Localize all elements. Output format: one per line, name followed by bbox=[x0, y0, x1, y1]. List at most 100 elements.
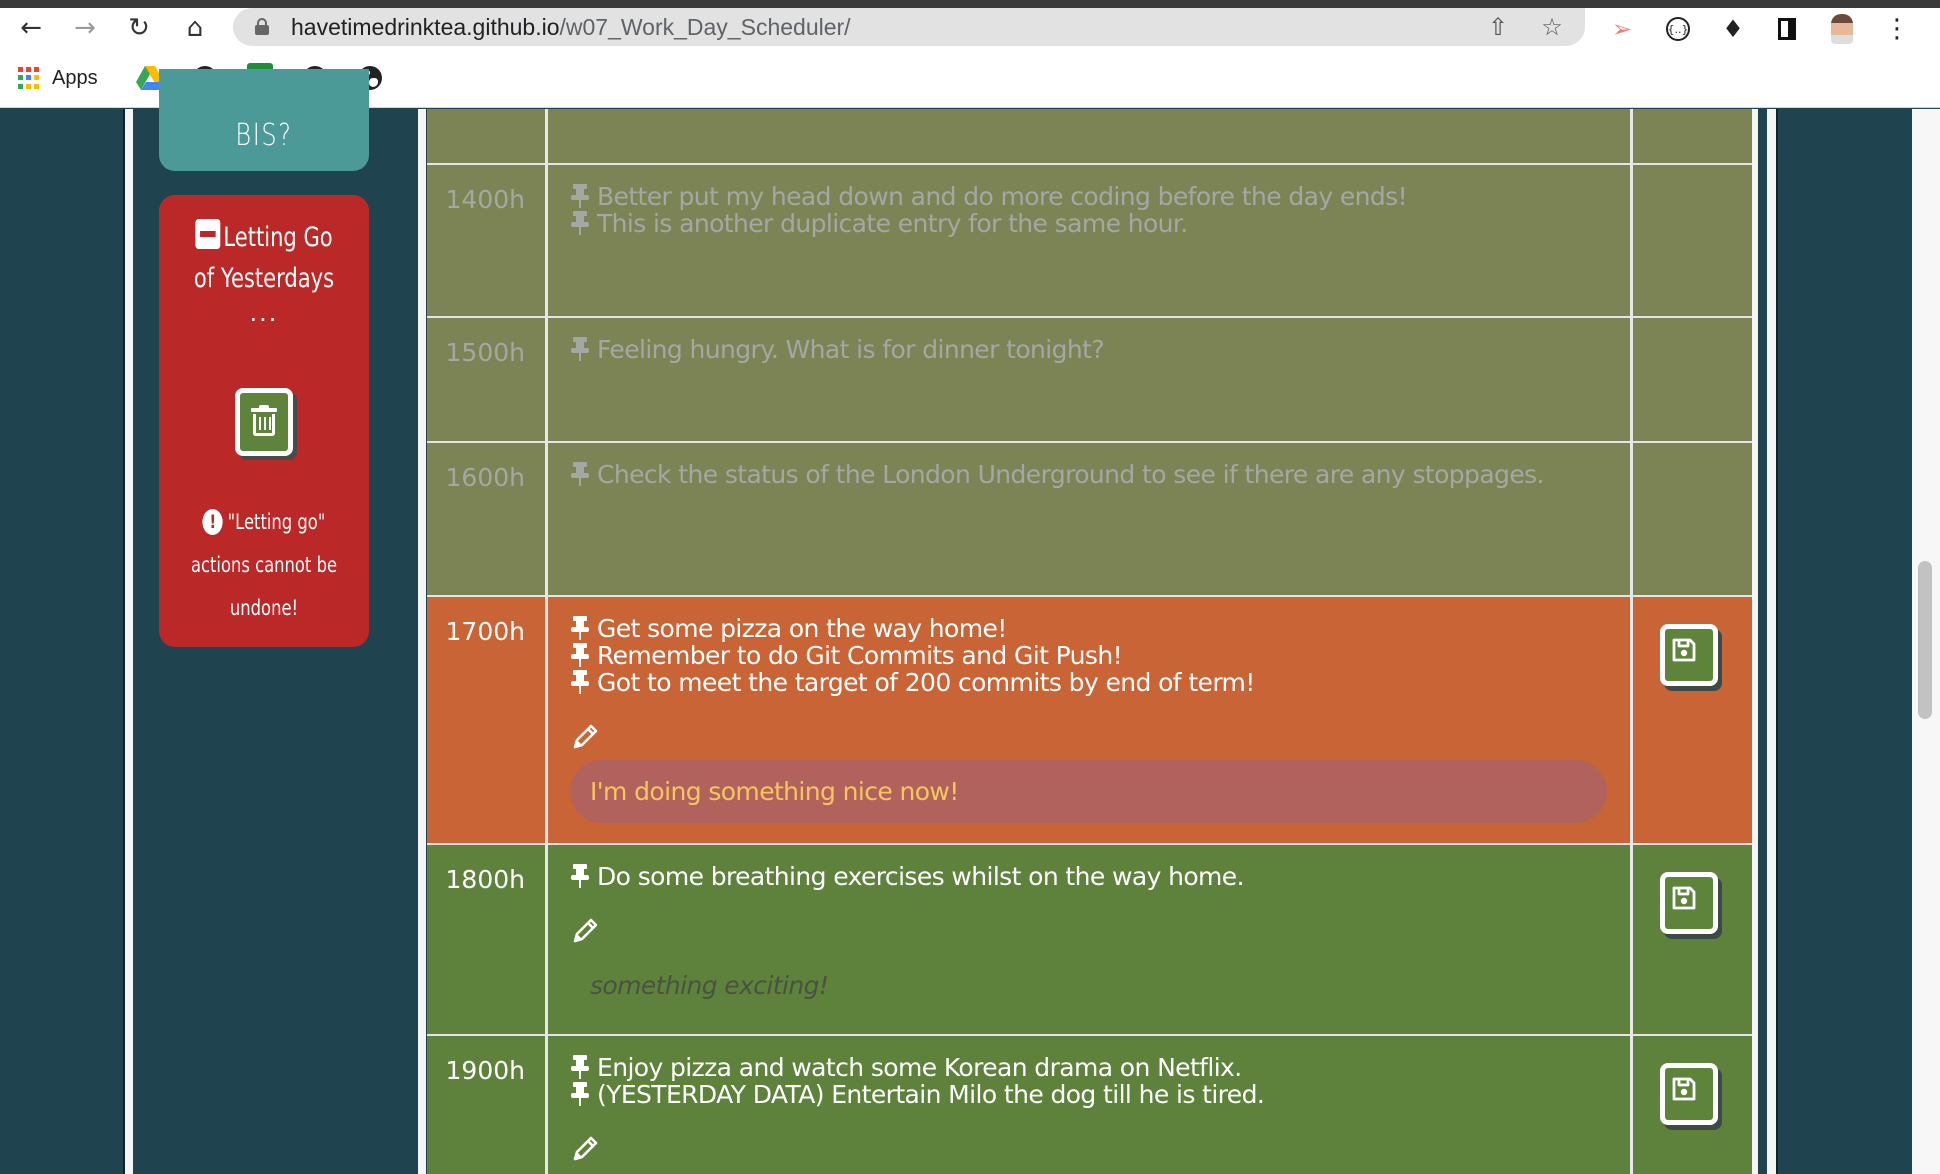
scrollbar-thumb[interactable] bbox=[1918, 561, 1932, 719]
hour-label: 1700h bbox=[427, 597, 548, 843]
schedule-row: 1500h Feeling hungry. What is for dinner … bbox=[427, 318, 1752, 441]
clear-yesterday-button[interactable] bbox=[235, 388, 293, 456]
task-item: Enjoy pizza and watch some Korean drama … bbox=[570, 1054, 1630, 1081]
letting-go-warning: ! "Letting go" actions cannot be undone! bbox=[182, 501, 346, 630]
task-text: Do some breathing exercises whilst on th… bbox=[597, 862, 1245, 891]
save-cell bbox=[1630, 443, 1752, 595]
divider bbox=[1767, 109, 1776, 1174]
forward-button[interactable]: → bbox=[68, 12, 102, 44]
task-item: Remember to do Git Commits and Git Push! bbox=[570, 642, 1630, 669]
browser-toolbar: ← → ↻ ⌂ havetimedrinktea.github.io/w07_W… bbox=[0, 8, 1940, 48]
task-text: Get some pizza on the way home! bbox=[597, 614, 1007, 643]
reload-button[interactable]: ↻ bbox=[122, 12, 156, 44]
profile-avatar[interactable] bbox=[1825, 14, 1859, 44]
task-cell: Get some pizza on the way home! Remember … bbox=[550, 597, 1630, 843]
task-text: Remember to do Git Commits and Git Push! bbox=[597, 641, 1123, 670]
divider bbox=[1759, 109, 1766, 1174]
save-button[interactable] bbox=[1660, 1063, 1718, 1125]
scrollbar[interactable] bbox=[1912, 109, 1940, 1174]
schedule-row bbox=[427, 109, 1752, 163]
task-item: Feeling hungry. What is for dinner tonig… bbox=[570, 336, 1630, 363]
hour-label: 1500h bbox=[427, 318, 548, 441]
letting-go-card: Letting Go of Yesterdays ... ! "Letting g… bbox=[159, 195, 369, 647]
task-text: Better put my head down and do more codi… bbox=[597, 182, 1408, 211]
task-item: This is another duplicate entry for the … bbox=[570, 210, 1630, 237]
share-icon[interactable]: ⇧ bbox=[1482, 12, 1514, 42]
task-text: (YESTERDAY DATA) Entertain Milo the dog … bbox=[597, 1080, 1265, 1109]
warning-line2: actions cannot be bbox=[190, 553, 338, 577]
home-icon: ⌂ bbox=[186, 13, 204, 43]
menu-dots-icon[interactable]: ⋮ bbox=[1880, 14, 1914, 44]
pushpin-icon bbox=[570, 211, 590, 235]
task-item: Got to meet the target of 200 commits by… bbox=[570, 669, 1630, 696]
pushpin-icon bbox=[570, 1055, 590, 1079]
divider bbox=[125, 109, 133, 1174]
task-text: Enjoy pizza and watch some Korean drama … bbox=[597, 1053, 1242, 1082]
back-button[interactable]: ← bbox=[14, 12, 48, 44]
bookmark-apps[interactable]: Apps bbox=[18, 62, 98, 94]
task-item: Do some breathing exercises whilst on th… bbox=[570, 863, 1630, 890]
schedule-row: 1800h Do some breathing exercises whilst … bbox=[427, 845, 1752, 1034]
hour-label bbox=[427, 109, 548, 163]
extension-icon[interactable]: ➢ bbox=[1605, 14, 1639, 44]
save-cell bbox=[1630, 845, 1752, 1034]
task-cell: Better put my head down and do more codi… bbox=[550, 165, 1630, 316]
bookmark-star-icon[interactable]: ☆ bbox=[1536, 12, 1568, 42]
hour-label: 1600h bbox=[427, 443, 548, 595]
pushpin-icon bbox=[570, 184, 590, 208]
hour-label: 1400h bbox=[427, 165, 548, 316]
task-text: Got to meet the target of 200 commits by… bbox=[597, 668, 1255, 697]
divider bbox=[1776, 109, 1778, 1174]
minus-square-icon bbox=[195, 219, 221, 249]
task-cell bbox=[550, 109, 1630, 163]
lock-icon bbox=[255, 18, 269, 35]
divider bbox=[418, 109, 426, 1174]
exclamation-circle-icon: ! bbox=[202, 509, 223, 535]
pencil-icon bbox=[570, 722, 600, 752]
task-text: Check the status of the London Undergrou… bbox=[597, 460, 1544, 489]
hour-label: 1800h bbox=[427, 845, 548, 1034]
pushpin-icon bbox=[570, 864, 590, 888]
url-host: havetimedrinktea.github.io bbox=[291, 14, 560, 40]
schedule-row: 1900h Enjoy pizza and watch some Korean d… bbox=[427, 1036, 1752, 1174]
task-cell: Enjoy pizza and watch some Korean drama … bbox=[550, 1036, 1630, 1174]
divider bbox=[1752, 109, 1758, 1174]
letting-go-title-line2: of Yesterdays bbox=[193, 263, 335, 294]
save-cell bbox=[1630, 1036, 1752, 1174]
pushpin-icon bbox=[570, 1082, 590, 1106]
save-cell bbox=[1630, 165, 1752, 316]
side-panel-icon[interactable] bbox=[1770, 14, 1804, 44]
task-item: Get some pizza on the way home! bbox=[570, 615, 1630, 642]
save-cell bbox=[1630, 318, 1752, 441]
save-cell bbox=[1630, 597, 1752, 843]
url-path: /w07_Work_Day_Scheduler/ bbox=[559, 14, 851, 40]
schedule-table: 1400h Better put my head down and do more… bbox=[427, 109, 1752, 1174]
save-button[interactable] bbox=[1660, 624, 1718, 686]
new-task-input[interactable] bbox=[570, 760, 1607, 823]
pushpin-icon bbox=[570, 670, 590, 694]
arrow-right-icon: → bbox=[74, 13, 96, 43]
pushpin-icon bbox=[570, 616, 590, 640]
save-button[interactable] bbox=[1660, 872, 1718, 934]
task-item: (YESTERDAY DATA) Entertain Milo the dog … bbox=[570, 1081, 1630, 1108]
sidebar: BIS? Letting Go of Yesterdays ... ! "Lett… bbox=[133, 69, 418, 1174]
json-viewer-icon[interactable]: {..} bbox=[1661, 14, 1695, 44]
task-text: This is another duplicate entry for the … bbox=[597, 209, 1188, 238]
pencil-icon bbox=[570, 1134, 600, 1164]
top-card[interactable]: BIS? bbox=[159, 69, 369, 171]
schedule-row: 1600h Check the status of the London Unde… bbox=[427, 443, 1752, 595]
new-task-input[interactable] bbox=[570, 954, 1607, 1017]
warning-line1: "Letting go" bbox=[227, 510, 326, 534]
schedule-row: 1700h Get some pizza on the way home! Reme… bbox=[427, 597, 1752, 843]
address-bar[interactable]: havetimedrinktea.github.io/w07_Work_Day_… bbox=[233, 8, 1585, 46]
save-cell bbox=[1630, 109, 1752, 163]
arrow-left-icon: ← bbox=[20, 13, 42, 43]
puzzle-icon[interactable]: ♦ bbox=[1716, 14, 1750, 44]
window-titlebar bbox=[0, 0, 1940, 8]
home-button[interactable]: ⌂ bbox=[178, 12, 212, 44]
task-item: Better put my head down and do more codi… bbox=[570, 183, 1630, 210]
apps-grid-icon bbox=[18, 67, 40, 89]
task-cell: Check the status of the London Undergrou… bbox=[550, 443, 1630, 595]
url-text[interactable]: havetimedrinktea.github.io/w07_Work_Day_… bbox=[291, 14, 851, 41]
task-cell: Feeling hungry. What is for dinner tonig… bbox=[550, 318, 1630, 441]
